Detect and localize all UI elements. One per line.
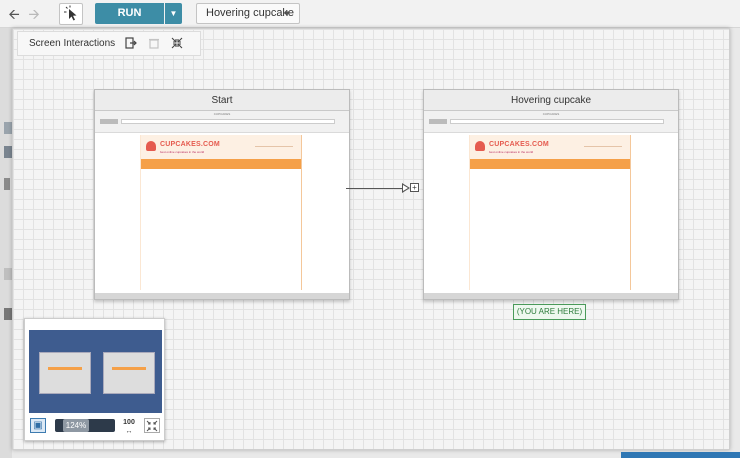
screen-node-hovering-cupcake[interactable]: Hovering cupcake CUPCAKES CUPCAKES.COM b…: [423, 89, 679, 300]
run-screen-button[interactable]: RUN SCREEN: [95, 3, 164, 40]
export-icon[interactable]: [124, 37, 138, 51]
site-name: CUPCAKES.COM: [489, 141, 549, 148]
collapse-icon[interactable]: [144, 418, 160, 433]
screen-node-title: Start: [95, 90, 349, 111]
image-icon[interactable]: ▣: [30, 418, 46, 433]
site-header: CUPCAKES.COM best online cupcakes in the…: [141, 135, 301, 159]
run-screen-dropdown[interactable]: ▼: [165, 3, 182, 24]
panel-tab[interactable]: [4, 146, 12, 158]
url-bar: [121, 119, 335, 124]
arrow-left-icon[interactable]: 🡨: [6, 6, 22, 22]
minimap-node: [103, 352, 155, 394]
zoom-100-button[interactable]: 100 ↔: [119, 418, 139, 435]
minimap-viewport[interactable]: [29, 330, 162, 413]
minimap-node-bar: [112, 367, 146, 370]
screen-interactions-panel: Screen Interactions: [17, 31, 201, 56]
panel-title: Screen Interactions: [29, 38, 116, 49]
select-tool-button[interactable]: [59, 3, 83, 25]
you-are-here-badge: (YOU ARE HERE): [513, 304, 586, 320]
screen-node-title: Hovering cupcake: [424, 90, 678, 111]
browser-tab-title: CUPCAKES: [213, 112, 231, 116]
zoom-value[interactable]: 124%: [63, 419, 89, 432]
top-toolbar: 🡨 🡪 RUN SCREEN ▼ Hovering cupcake ▼: [0, 0, 740, 40]
browser-chrome: CUPCAKES: [424, 111, 678, 133]
site-tagline: best online cupcakes in the world: [489, 150, 534, 154]
cupcake-logo-icon: [475, 141, 485, 151]
zoom-100-label: 100: [123, 419, 135, 426]
screen-node-start[interactable]: Start CUPCAKES CUPCAKES.COM best online …: [94, 89, 350, 300]
site-tagline: best online cupcakes in the world: [160, 150, 205, 154]
arrow-right-icon[interactable]: 🡪: [26, 6, 42, 22]
panel-tab[interactable]: [4, 122, 12, 134]
site-nav-bar: [141, 159, 301, 169]
caret-down-icon: ▼: [283, 9, 291, 18]
browser-tab-title: CUPCAKES: [542, 112, 560, 116]
node-footer: [95, 293, 349, 299]
chevron-left-icon[interactable]: [4, 178, 10, 190]
status-bar-edge: [621, 452, 740, 458]
caret-down-icon: ▼: [169, 9, 178, 18]
node-footer: [424, 293, 678, 299]
arrow-head-inner: [403, 185, 408, 191]
interaction-connector[interactable]: [346, 188, 404, 189]
screen-selector[interactable]: Hovering cupcake ▼: [196, 3, 300, 24]
cupcake-logo-icon: [146, 141, 156, 151]
browser-controls-icon: [100, 119, 118, 124]
minimap-node: [39, 352, 91, 394]
browser-chrome: CUPCAKES: [95, 111, 349, 133]
site-search: [584, 141, 622, 147]
select-pointer-icon: [64, 5, 77, 21]
zoom-control[interactable]: 124% 100 ↔: [55, 418, 142, 435]
left-panel-edge: [0, 28, 12, 458]
collapse-icon[interactable]: [170, 37, 184, 51]
screen-selector-value: Hovering cupcake: [206, 7, 295, 19]
site-name: CUPCAKES.COM: [160, 141, 220, 148]
site-preview: CUPCAKES.COM best online cupcakes in the…: [469, 135, 631, 290]
panel-tab[interactable]: [4, 268, 12, 280]
site-search: [255, 141, 293, 147]
site-header: CUPCAKES.COM best online cupcakes in the…: [470, 135, 630, 159]
site-preview: CUPCAKES.COM best online cupcakes in the…: [140, 135, 302, 290]
trash-icon[interactable]: [147, 37, 161, 51]
panel-tab[interactable]: [4, 308, 12, 320]
site-nav-bar: [470, 159, 630, 169]
minimap-node-bar: [48, 367, 82, 370]
url-bar: [450, 119, 664, 124]
add-interaction-icon[interactable]: +: [410, 183, 419, 192]
minimap[interactable]: ▣ 124% 100 ↔: [24, 318, 165, 441]
browser-controls-icon: [429, 119, 447, 124]
